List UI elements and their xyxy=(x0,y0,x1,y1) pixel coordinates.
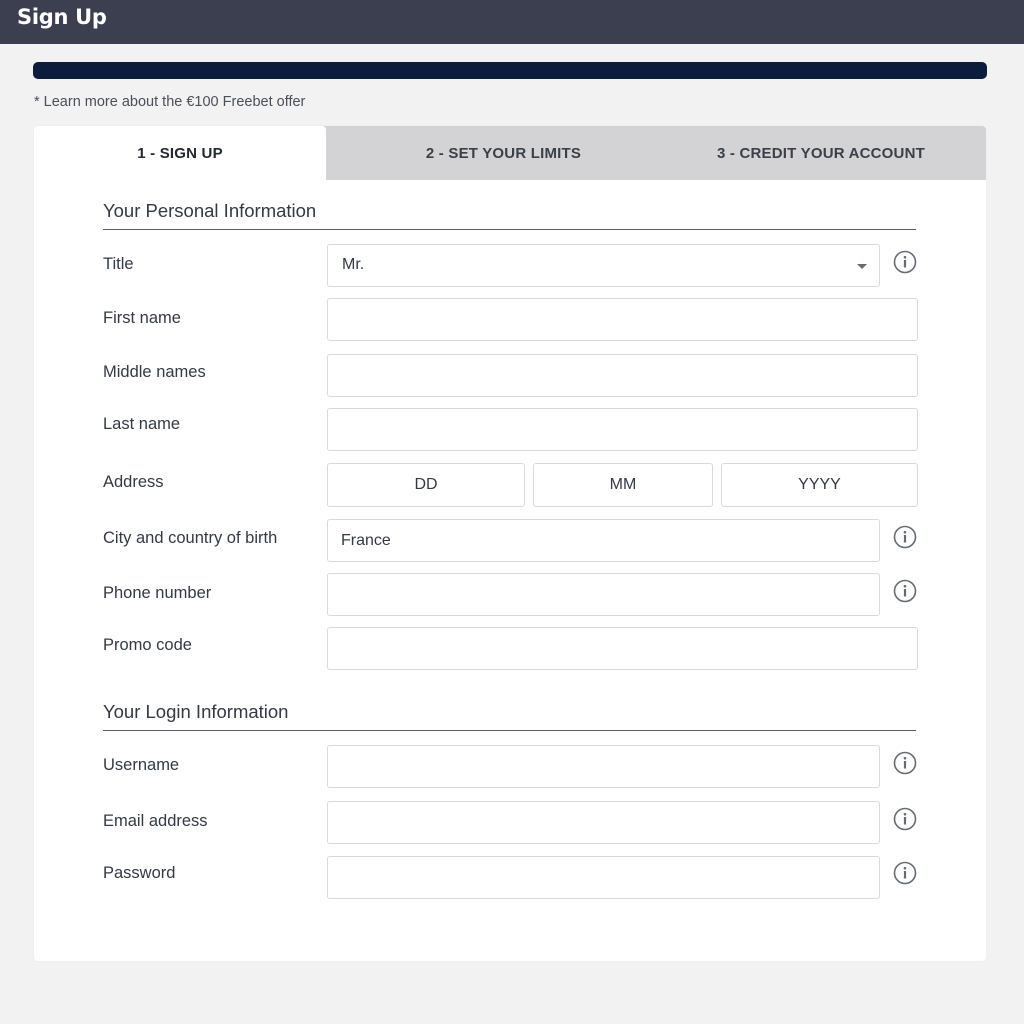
password-label: Password xyxy=(103,864,176,882)
middle-names-input[interactable] xyxy=(327,354,918,397)
title-info-icon[interactable] xyxy=(893,250,917,274)
login-info-heading: Your Login Information xyxy=(103,701,916,731)
last-name-label: Last name xyxy=(103,415,181,433)
username-info-icon[interactable] xyxy=(893,751,917,775)
promo-banner[interactable] xyxy=(33,62,987,79)
tab-set-your-limits[interactable]: 2 - SET YOUR LIMITS xyxy=(326,126,681,180)
middle-names-label: Middle names xyxy=(103,363,206,381)
top-bar: Sign Up xyxy=(0,0,1024,44)
signup-form-card: 1 - SIGN UP 2 - SET YOUR LIMITS 3 - CRED… xyxy=(34,126,986,961)
step-tabs: 1 - SIGN UP 2 - SET YOUR LIMITS 3 - CRED… xyxy=(34,126,986,180)
month-input[interactable]: MM xyxy=(533,463,713,507)
password-input[interactable] xyxy=(327,856,880,899)
personal-info-heading: Your Personal Information xyxy=(103,200,916,230)
promo-input[interactable] xyxy=(327,627,918,670)
address-label: Address xyxy=(103,473,164,491)
first-name-label: First name xyxy=(103,309,181,327)
promo-label: Promo code xyxy=(103,636,192,654)
birthplace-input[interactable] xyxy=(327,519,880,562)
year-input[interactable]: YYYY xyxy=(721,463,918,507)
tab-credit-your-account[interactable]: 3 - CREDIT YOUR ACCOUNT xyxy=(681,126,961,180)
email-input[interactable] xyxy=(327,801,880,844)
title-select-value: Mr. xyxy=(342,256,365,273)
freebet-offer-link[interactable]: * Learn more about the €100 Freebet offe… xyxy=(34,94,305,110)
page-title: Sign Up xyxy=(17,5,107,29)
username-label: Username xyxy=(103,756,180,774)
phone-info-icon[interactable] xyxy=(893,579,917,603)
birthplace-info-icon[interactable] xyxy=(893,525,917,549)
first-name-input[interactable] xyxy=(327,298,918,341)
birthplace-label: City and country of birth xyxy=(103,529,278,547)
chevron-down-icon xyxy=(857,264,867,269)
phone-input[interactable] xyxy=(327,573,880,616)
password-info-icon[interactable] xyxy=(893,861,917,885)
title-label: Title xyxy=(103,255,134,273)
title-select[interactable]: Mr. xyxy=(327,244,880,287)
email-info-icon[interactable] xyxy=(893,807,917,831)
username-input[interactable] xyxy=(327,745,880,788)
phone-label: Phone number xyxy=(103,584,212,602)
tab-sign-up[interactable]: 1 - SIGN UP xyxy=(34,126,326,180)
email-label: Email address xyxy=(103,812,208,830)
day-input[interactable]: DD xyxy=(327,463,525,507)
last-name-input[interactable] xyxy=(327,408,918,451)
